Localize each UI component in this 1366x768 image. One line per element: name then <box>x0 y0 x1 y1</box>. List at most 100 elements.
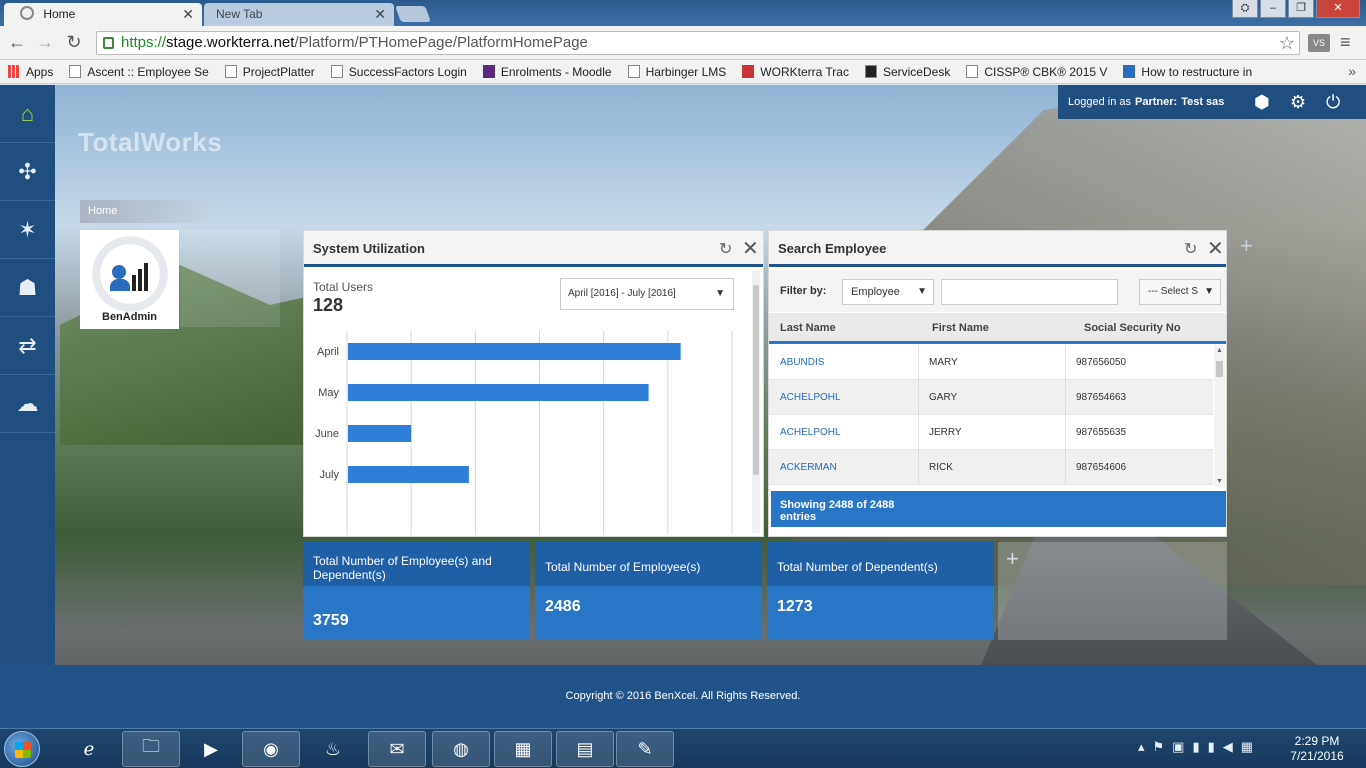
maximize-icon[interactable]: ❐ <box>1288 0 1314 18</box>
start-button[interactable] <box>4 731 40 767</box>
more-bookmarks-icon[interactable]: » <box>1348 63 1356 79</box>
filter-type-select[interactable]: Employee ▼ <box>842 279 934 305</box>
chrome-icon[interactable]: ◉ <box>242 731 300 767</box>
page-footer: Copyright © 2016 BenXcel. All Rights Res… <box>0 665 1366 728</box>
tab-new-tab[interactable]: New Tab ✕ <box>204 3 394 26</box>
sidebar-user-star-icon[interactable]: ✶ <box>0 201 55 259</box>
stat-label: Total Number of Employee(s) and Dependen… <box>303 542 530 586</box>
search-input[interactable] <box>941 279 1118 305</box>
taskbar-clock[interactable]: 2:29 PM 7/21/2016 <box>1282 734 1352 764</box>
back-arrow-icon[interactable]: ← <box>6 32 28 54</box>
table-row[interactable]: ACKERMAN RICK 987654606 <box>769 450 1213 485</box>
stat-value: 3759 <box>313 612 349 629</box>
scroll-down-icon[interactable]: ▼ <box>1216 478 1223 485</box>
outlook-icon[interactable]: ✉ <box>368 731 426 767</box>
bookmark-item[interactable]: How to restructure in <box>1123 65 1252 79</box>
firefox-icon[interactable]: ◍ <box>432 731 490 767</box>
sidebar-home-icon[interactable]: ⌂ <box>0 85 55 143</box>
bookmark-item[interactable]: SuccessFactors Login <box>330 65 467 79</box>
chart-bar-may[interactable] <box>348 384 649 401</box>
reload-icon[interactable]: ↻ <box>63 32 85 54</box>
browser-tab-bar: Home ✕ New Tab ✕ ⛭ – ❐ ✕ <box>0 0 1366 26</box>
chart-bar-june[interactable] <box>348 425 412 442</box>
bookmark-item[interactable]: WORKterra Trac <box>742 65 849 79</box>
power-icon[interactable]: ⏻ <box>1326 92 1340 113</box>
table-row[interactable]: ACHELPOHL GARY 987654663 <box>769 380 1213 415</box>
user-bar: Logged in as Partner: Test sas ⬢ ⚙ ⏻ <box>1058 85 1366 119</box>
bookmark-item[interactable]: ServiceDesk <box>864 65 950 79</box>
last-name-link[interactable]: ACHELPOHL <box>780 392 841 403</box>
secondary-select[interactable]: --- Select S ▼ <box>1139 279 1221 305</box>
date-range-select[interactable]: April [2016] - July [2016] ▼ <box>560 278 734 310</box>
bookmark-item[interactable]: Ascent :: Employee Se <box>69 65 209 79</box>
sidebar-puzzle-icon[interactable]: ✣ <box>0 143 55 201</box>
column-header-ssn[interactable]: Social Security No <box>1084 322 1181 334</box>
close-tab-icon[interactable]: ✕ <box>182 3 194 25</box>
widget-scrollbar[interactable] <box>752 271 760 533</box>
close-icon[interactable]: ✕ <box>1207 236 1224 261</box>
flame-app-icon[interactable]: ♨ <box>304 731 362 767</box>
system-tray[interactable]: ▴⚑▣▮▮◀▦ <box>1138 739 1261 755</box>
add-tile-plus-icon[interactable]: + <box>180 230 280 327</box>
stat-card-employees[interactable]: Total Number of Employee(s) 2486 <box>535 542 762 640</box>
grid-scrollbar[interactable]: ▲ ▼ <box>1214 345 1225 487</box>
windows-logo-icon <box>15 742 31 758</box>
widget-header: Search Employee ↻ ✕ <box>769 231 1226 267</box>
notepad-icon[interactable]: ▤ <box>556 731 614 767</box>
chart-bar-july[interactable] <box>348 466 469 483</box>
chevron-down-icon: ▼ <box>715 288 725 299</box>
harbinger-icon <box>627 65 640 78</box>
address-bar[interactable]: https://stage.workterra.net/Platform/PTH… <box>96 31 1300 55</box>
minimize-icon[interactable]: – <box>1260 0 1286 18</box>
bookmark-item[interactable]: Enrolments - Moodle <box>482 65 612 79</box>
breadcrumb[interactable]: Home <box>80 200 210 223</box>
bookmark-item[interactable]: Harbinger LMS <box>627 65 726 79</box>
forward-arrow-icon[interactable]: → <box>34 32 56 54</box>
refresh-icon[interactable]: ↻ <box>719 239 732 259</box>
user-profile-icon[interactable]: ⛭ <box>1232 0 1258 18</box>
cube-icon[interactable]: ⬢ <box>1254 92 1270 113</box>
sap-icon <box>1123 65 1136 78</box>
new-tab-button[interactable] <box>395 6 431 22</box>
close-window-icon[interactable]: ✕ <box>1316 0 1360 18</box>
bookmark-star-icon[interactable]: ☆ <box>1279 32 1295 54</box>
scroll-up-icon[interactable]: ▲ <box>1216 347 1223 354</box>
tab-home[interactable]: Home ✕ <box>4 3 202 26</box>
sidebar-transfer-arrows-icon[interactable]: ⇄ <box>0 317 55 375</box>
extension-icon[interactable]: VS <box>1308 34 1330 52</box>
brand-title: TotalWorks <box>78 127 223 157</box>
paint-icon[interactable]: ✎ <box>616 731 674 767</box>
column-header-first-name[interactable]: First Name <box>932 322 989 334</box>
close-icon[interactable]: ✕ <box>742 236 759 261</box>
sidebar-user-icon[interactable]: ☗ <box>0 259 55 317</box>
clock-date: 7/21/2016 <box>1290 749 1344 763</box>
refresh-icon[interactable]: ↻ <box>1184 239 1197 259</box>
file-explorer-icon[interactable]: 🗀 <box>122 731 180 767</box>
browser-menu-icon[interactable]: ≡ <box>1340 32 1351 53</box>
add-widget-plus-icon[interactable]: + <box>998 542 1227 640</box>
chart-bar-april[interactable] <box>348 343 681 360</box>
bookmark-apps[interactable]: Apps <box>8 65 53 79</box>
sidebar-chat-icon[interactable]: ☁ <box>0 375 55 433</box>
add-column-plus-icon[interactable]: + <box>1240 233 1253 259</box>
table-row[interactable]: ABUNDIS MARY 987656050 <box>769 345 1213 380</box>
last-name-link[interactable]: ACKERMAN <box>780 462 837 473</box>
chevron-down-icon: ▼ <box>1204 286 1214 297</box>
bookmark-item[interactable]: CISSP® CBK® 2015 V <box>966 65 1107 79</box>
tab-label: New Tab <box>216 7 263 21</box>
bookmark-item[interactable]: ProjectPlatter <box>224 65 315 79</box>
media-player-icon[interactable]: ▶ <box>182 731 240 767</box>
internet-explorer-icon[interactable]: ℯ <box>60 731 118 767</box>
stat-value: 1273 <box>777 598 813 615</box>
close-tab-icon[interactable]: ✕ <box>374 3 386 25</box>
ssn-cell: 987656050 <box>1076 357 1127 368</box>
benadmin-tile[interactable]: BenAdmin <box>80 230 179 329</box>
stat-card-dependents[interactable]: Total Number of Dependent(s) 1273 <box>767 542 994 640</box>
last-name-link[interactable]: ACHELPOHL <box>780 427 841 438</box>
column-header-last-name[interactable]: Last Name <box>780 322 836 334</box>
table-row[interactable]: ACHELPOHL JERRY 987655635 <box>769 415 1213 450</box>
last-name-link[interactable]: ABUNDIS <box>780 357 824 368</box>
stat-card-employees-dependents[interactable]: Total Number of Employee(s) and Dependen… <box>303 542 530 640</box>
gear-icon[interactable]: ⚙ <box>1290 92 1306 113</box>
excel-icon[interactable]: ▦ <box>494 731 552 767</box>
